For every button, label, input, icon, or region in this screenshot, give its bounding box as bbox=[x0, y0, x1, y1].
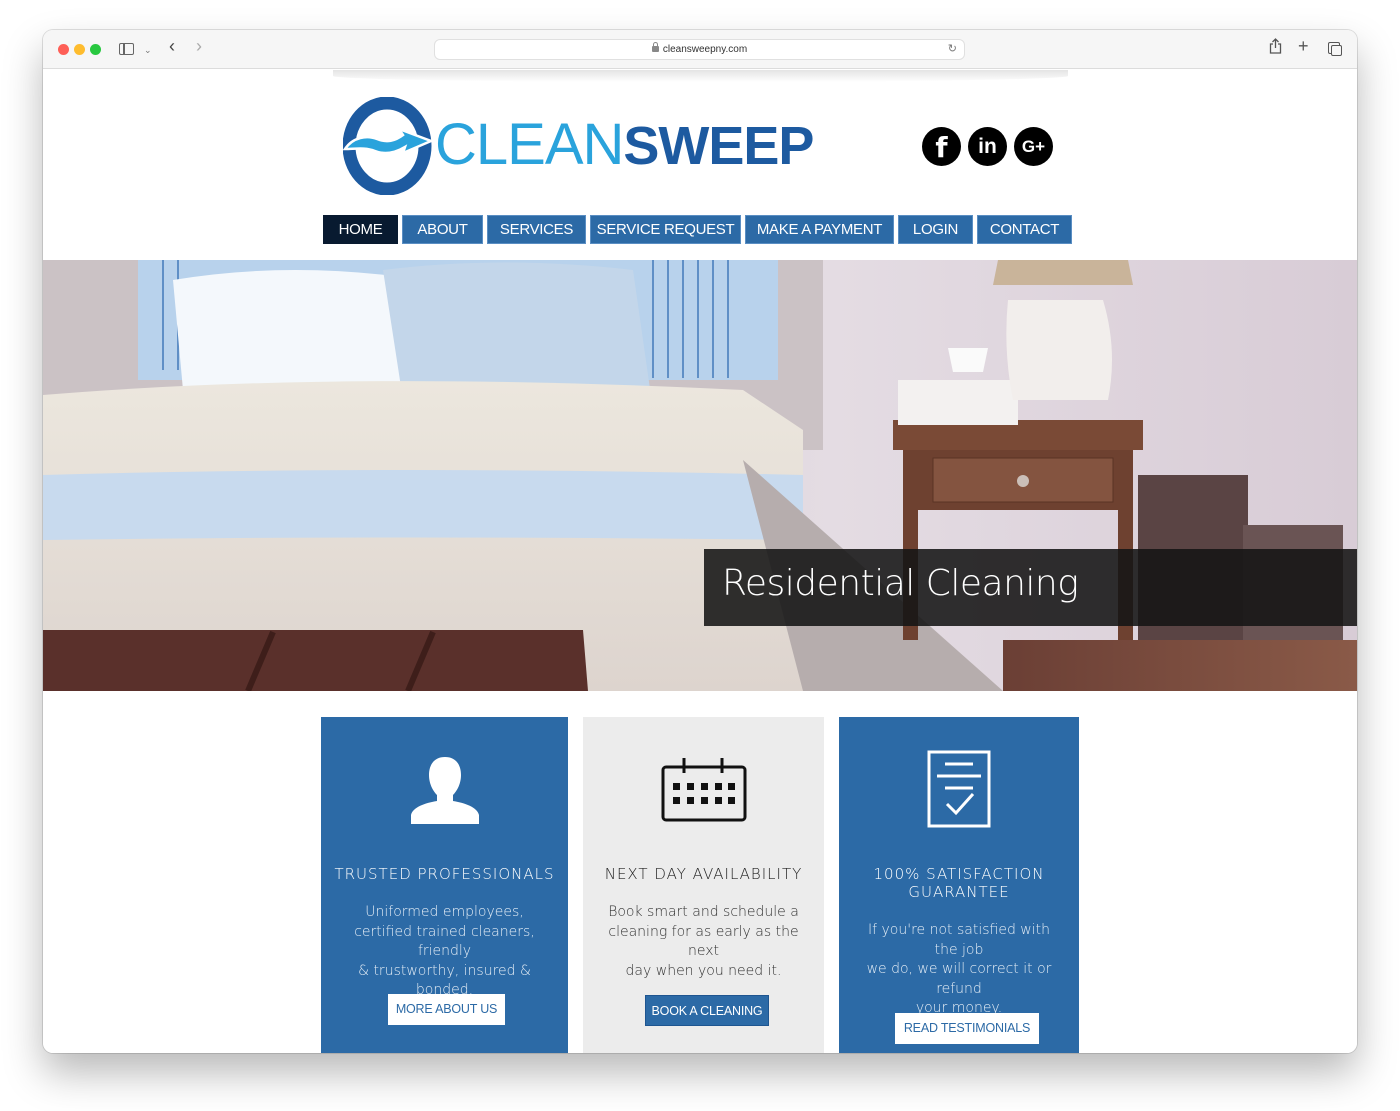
close-window-button[interactable] bbox=[58, 44, 69, 55]
minimize-window-button[interactable] bbox=[74, 44, 85, 55]
feature-description-line: cleaning for as early as the next bbox=[608, 923, 799, 960]
feature-title: NEXT DAY AVAILABILITY bbox=[604, 865, 803, 883]
feature-description-line: certified trained cleaners, friendly bbox=[354, 923, 535, 960]
feature-title-line: 100% SATISFACTION bbox=[873, 865, 1045, 883]
feature-description-line: day when you need it. bbox=[625, 962, 782, 979]
nav-home[interactable]: HOME bbox=[323, 215, 398, 244]
chevron-down-icon[interactable]: ⌄ bbox=[144, 40, 152, 60]
url-text: cleansweepny.com bbox=[662, 44, 748, 55]
hero-slideshow[interactable]: Residential Cleaning bbox=[43, 260, 1357, 691]
feature-title: 100% SATISFACTION GUARANTEE bbox=[839, 865, 1079, 901]
feature-description: Book smart and schedule a cleaning for a… bbox=[601, 903, 806, 981]
main-nav: HOME ABOUT SERVICES SERVICE REQUEST MAKE… bbox=[323, 215, 1072, 244]
feature-card-next-day-availability: NEXT DAY AVAILABILITY Book smart and sch… bbox=[583, 717, 824, 1053]
facebook-icon[interactable]: f bbox=[922, 127, 961, 166]
hero-caption: Residential Cleaning bbox=[722, 563, 1079, 604]
feature-title-line: GUARANTEE bbox=[908, 883, 1010, 901]
nav-login[interactable]: LOGIN bbox=[898, 215, 973, 244]
feature-description: If you're not satisfied with the job we … bbox=[857, 921, 1061, 1019]
person-icon bbox=[410, 757, 479, 824]
forward-button[interactable]: › bbox=[196, 36, 202, 56]
feature-description: Uniformed employees, certified trained c… bbox=[339, 903, 550, 1001]
lock-icon bbox=[651, 42, 659, 52]
logo-text-sweep: SWEEP bbox=[623, 116, 814, 176]
address-bar[interactable]: cleansweepny.com ↻ bbox=[434, 39, 965, 60]
hero-caption-bar: Residential Cleaning bbox=[704, 549, 1357, 626]
feature-description-line: Book smart and schedule a bbox=[608, 904, 799, 920]
feature-description-line: we do, we will correct it or refund bbox=[866, 961, 1052, 997]
book-a-cleaning-button[interactable]: BOOK A CLEANING bbox=[645, 995, 769, 1026]
read-testimonials-button[interactable]: READ TESTIMONIALS bbox=[895, 1013, 1039, 1044]
feature-description-line: Uniformed employees, bbox=[365, 904, 524, 920]
nav-services[interactable]: SERVICES bbox=[487, 215, 586, 244]
share-icon[interactable] bbox=[1269, 38, 1282, 59]
calendar-icon bbox=[661, 758, 746, 822]
new-tab-button[interactable]: + bbox=[1298, 36, 1309, 56]
feature-card-trusted-professionals: TRUSTED PROFESSIONALS Uniformed employee… bbox=[321, 717, 568, 1053]
cleansweep-logo[interactable]: CLEANSWEEP bbox=[343, 97, 814, 195]
feature-card-satisfaction-guarantee: 100% SATISFACTION GUARANTEE If you're no… bbox=[839, 717, 1079, 1053]
hero-bedroom-image bbox=[43, 260, 1357, 691]
zoom-window-button[interactable] bbox=[90, 44, 101, 55]
logo-wordmark: CLEANSWEEP bbox=[435, 112, 814, 177]
sidebar-toggle-icon[interactable] bbox=[119, 43, 134, 55]
google-plus-icon[interactable]: G+ bbox=[1014, 127, 1053, 166]
logo-text-clean: CLEAN bbox=[435, 112, 624, 177]
feature-title: TRUSTED PROFESSIONALS bbox=[334, 865, 555, 883]
nav-contact[interactable]: CONTACT bbox=[977, 215, 1072, 244]
reload-icon[interactable]: ↻ bbox=[948, 40, 957, 59]
header-shadow bbox=[333, 70, 1068, 82]
logo-mark-icon bbox=[343, 97, 433, 195]
checklist-icon bbox=[927, 750, 991, 828]
browser-window: ⌄ ‹ › cleansweepny.com ↻ + CLEANSWEEP f … bbox=[43, 30, 1357, 1053]
nav-about[interactable]: ABOUT bbox=[402, 215, 483, 244]
feature-description-line: If you're not satisfied with the job bbox=[868, 922, 1050, 958]
tab-overview-icon[interactable] bbox=[1328, 42, 1342, 56]
more-about-us-button[interactable]: MORE ABOUT US bbox=[388, 994, 505, 1025]
nav-make-a-payment[interactable]: MAKE A PAYMENT bbox=[745, 215, 894, 244]
nav-service-request[interactable]: SERVICE REQUEST bbox=[590, 215, 741, 244]
linkedin-icon[interactable]: in bbox=[968, 127, 1007, 166]
back-button[interactable]: ‹ bbox=[169, 36, 175, 56]
browser-toolbar: ⌄ ‹ › cleansweepny.com ↻ + bbox=[43, 30, 1357, 69]
web-page: CLEANSWEEP f in G+ HOME ABOUT SERVICES S… bbox=[43, 70, 1357, 1053]
